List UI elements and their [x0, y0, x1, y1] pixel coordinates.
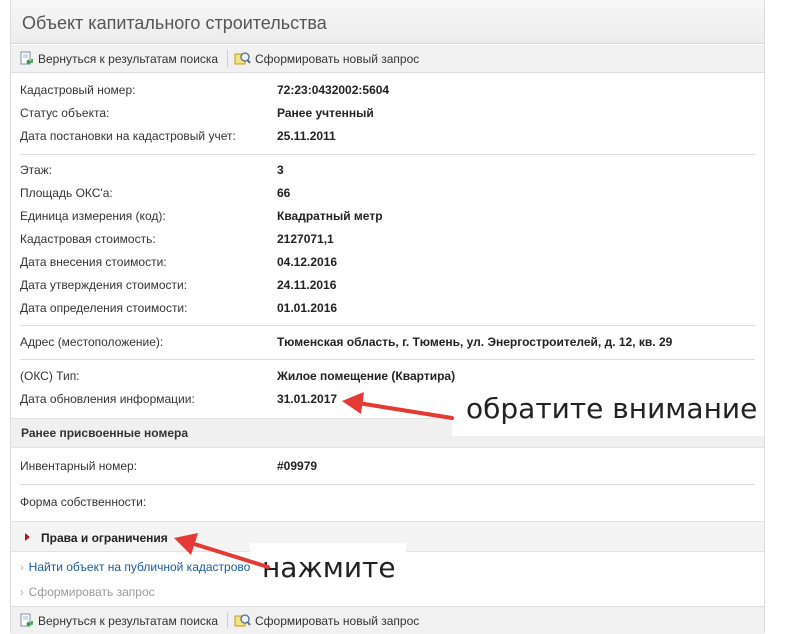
address-value: Тюменская область, г. Тюмень, ул. Энерго…: [277, 335, 673, 349]
toolbar-divider: [227, 50, 228, 67]
field-label: Статус объекта:: [20, 106, 110, 120]
bottom-toolbar: Вернуться к результатам поиска Сформиров…: [11, 606, 764, 634]
top-toolbar: Вернуться к результатам поиска Сформиров…: [11, 45, 764, 73]
page-title: Объект капитального строительства: [22, 13, 327, 33]
chevron-right-icon: ›: [20, 587, 24, 599]
ownership-row: Форма собственности:: [11, 492, 764, 512]
field-label: Дата постановки на кадастровый учет:: [20, 129, 236, 143]
ownership-label: Форма собственности:: [20, 495, 147, 509]
new-request-button[interactable]: Сформировать новый запрос: [234, 51, 419, 69]
section-title: Ранее присвоенные номера: [21, 426, 189, 440]
field-value: 2127071,1: [277, 232, 334, 246]
search-request-icon: [234, 51, 251, 69]
info-row: Дата внесения стоимости: 04.12.2016: [11, 252, 764, 272]
new-request-label: Сформировать новый запрос: [255, 614, 420, 628]
update-date-value: 31.01.2017: [277, 392, 338, 406]
field-label: Кадастровый номер:: [20, 83, 136, 97]
search-request-icon: [234, 613, 251, 631]
field-value: Ранее учтенный: [277, 106, 374, 120]
field-label: Единица измерения (код):: [20, 209, 166, 223]
field-label: Дата утверждения стоимости:: [20, 278, 188, 292]
panel-title-bar: Объект капитального строительства: [11, 0, 764, 44]
back-button-label: Вернуться к результатам поиска: [38, 52, 219, 66]
inventory-row: Инвентарный номер: #09979: [11, 456, 764, 476]
address-label: Адрес (местоположение):: [20, 335, 164, 349]
field-value: 01.01.2016: [277, 301, 338, 315]
field-value: 24.11.2016: [277, 278, 337, 292]
field-value: 04.12.2016: [277, 255, 338, 269]
field-value: 3: [277, 163, 284, 177]
info-row: Кадастровый номер: 72:23:0432002:5604: [11, 80, 764, 100]
new-request-button-bottom[interactable]: Сформировать новый запрос: [234, 613, 419, 631]
address-row: Адрес (местоположение): Тюменская област…: [11, 332, 764, 352]
info-row: Площадь ОКС'а: 66: [11, 183, 764, 203]
field-label: Этаж:: [20, 163, 53, 177]
field-value: 25.11.2011: [277, 129, 336, 143]
chevron-right-icon: ›: [20, 562, 24, 574]
expand-triangle-icon: [25, 533, 30, 541]
rights-label: Права и ограничения: [41, 531, 168, 545]
back-to-results-button-bottom[interactable]: Вернуться к результатам поиска: [19, 613, 218, 631]
make-request-link[interactable]: › Сформировать запрос: [20, 585, 155, 599]
row-divider: [20, 359, 755, 360]
inventory-value: #09979: [277, 459, 318, 473]
back-button-label: Вернуться к результатам поиска: [38, 614, 219, 628]
field-label: Дата внесения стоимости:: [20, 255, 167, 269]
field-label: (ОКС) Тип:: [20, 369, 80, 383]
toolbar-divider: [227, 612, 228, 629]
field-value: 66: [277, 186, 291, 200]
field-label: Кадастровая стоимость:: [20, 232, 156, 246]
info-row: Статус объекта: Ранее учтенный: [11, 103, 764, 123]
object-panel: Объект капитального строительства Вернут…: [10, 0, 765, 634]
new-request-label: Сформировать новый запрос: [255, 52, 420, 66]
document-back-icon: [19, 51, 34, 69]
info-row: Кадастровая стоимость: 2127071,1: [11, 229, 764, 249]
info-row: Дата определения стоимости: 01.01.2016: [11, 298, 764, 318]
info-row: Дата постановки на кадастровый учет: 25.…: [11, 126, 764, 146]
info-row: Дата утверждения стоимости: 24.11.2016: [11, 275, 764, 295]
back-to-results-button[interactable]: Вернуться к результатам поиска: [19, 51, 218, 69]
document-back-icon: [19, 613, 34, 631]
info-row: Единица измерения (код): Квадратный метр: [11, 206, 764, 226]
field-label: Площадь ОКС'а:: [20, 186, 113, 200]
click-callout: нажмите: [250, 543, 406, 595]
row-divider: [20, 154, 755, 155]
make-request-label: Сформировать запрос: [28, 585, 155, 599]
field-label: Дата определения стоимости:: [20, 301, 188, 315]
inventory-label: Инвентарный номер:: [20, 459, 138, 473]
field-value: Квадратный метр: [277, 209, 383, 223]
field-value: 72:23:0432002:5604: [277, 83, 390, 97]
row-divider: [20, 325, 755, 326]
attention-callout: обратите внимание: [452, 386, 764, 436]
row-divider: [20, 484, 755, 485]
info-row: (ОКС) Тип: Жилое помещение (Квартира): [11, 366, 764, 386]
field-label: Дата обновления информации:: [20, 392, 195, 406]
field-value: Жилое помещение (Квартира): [277, 369, 456, 383]
info-row: Этаж: 3: [11, 160, 764, 180]
